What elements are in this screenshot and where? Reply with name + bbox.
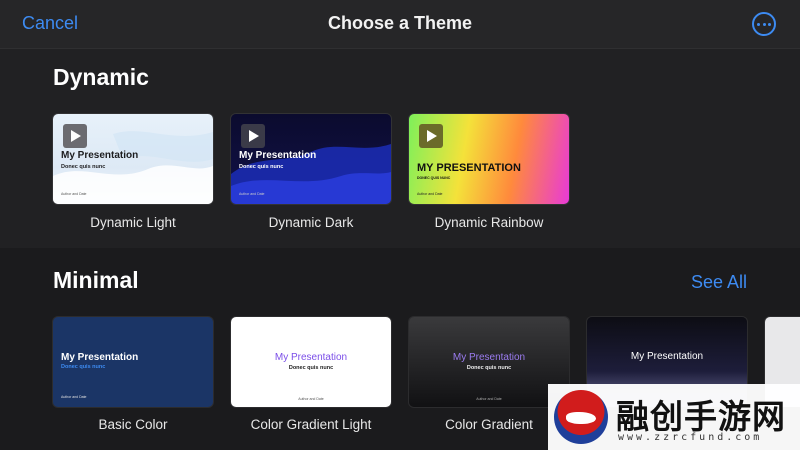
preview-title: MY PRESENTATION	[417, 162, 521, 174]
theme-card-color-gradient-light[interactable]: My Presentation Donec quis nunc Author a…	[231, 317, 391, 407]
play-icon	[419, 124, 443, 148]
theme-card-dynamic-dark[interactable]: My Presentation Donec quis nunc Author a…	[231, 114, 391, 204]
preview-title: My Presentation	[61, 150, 139, 161]
preview-author: Author and Date	[239, 192, 265, 196]
preview-subtitle: Donec quis nunc	[288, 365, 334, 371]
section-title-minimal: Minimal	[53, 267, 139, 293]
theme-label-dynamic-light: Dynamic Light	[90, 215, 176, 230]
theme-label-dynamic-rainbow: Dynamic Rainbow	[434, 215, 544, 230]
watermark-text: 融创手游网	[616, 397, 786, 436]
preview-author: Author and Date	[476, 397, 502, 401]
play-icon	[63, 124, 87, 148]
ellipsis-circle-icon[interactable]	[752, 12, 776, 36]
theme-card-dynamic-rainbow[interactable]: MY PRESENTATION DONEC QUIS NUNC Author a…	[409, 114, 569, 204]
watermark: 融创手游网 www.zzrcfund.com	[548, 384, 800, 450]
preview-subtitle: Donec quis nunc	[61, 364, 106, 370]
theme-card-dynamic-light[interactable]: My Presentation Donec quis nunc Author a…	[53, 114, 213, 204]
preview-author: Author and Date	[417, 192, 443, 196]
preview-subtitle: Donec quis nunc	[61, 164, 106, 170]
preview-title: My Presentation	[274, 352, 348, 363]
theme-label-color-gradient-light: Color Gradient Light	[250, 417, 372, 432]
preview-title: My Presentation	[61, 352, 139, 363]
watermark-logo-icon	[554, 390, 608, 444]
preview-author: Author and Date	[298, 397, 324, 401]
navigation-bar: Cancel Choose a Theme	[0, 0, 800, 49]
preview-author: Author and Date	[61, 192, 87, 196]
see-all-button[interactable]: See All	[691, 272, 747, 293]
section-title-dynamic: Dynamic	[53, 64, 149, 90]
preview-subtitle: DONEC QUIS NUNC	[417, 176, 451, 180]
play-icon	[241, 124, 265, 148]
preview-title: My Presentation	[452, 352, 526, 363]
watermark-url: www.zzrcfund.com	[618, 432, 763, 443]
preview-author: Author and Date	[61, 395, 87, 399]
theme-card-color-gradient[interactable]: My Presentation Donec quis nunc Author a…	[409, 317, 569, 407]
theme-card-basic-color[interactable]: My Presentation Donec quis nunc Author a…	[53, 317, 213, 407]
preview-title: My Presentation	[630, 351, 704, 362]
preview-subtitle: Donec quis nunc	[239, 164, 284, 170]
preview-subtitle: Donec quis nunc	[466, 365, 512, 371]
theme-label-dynamic-dark: Dynamic Dark	[268, 215, 354, 230]
theme-label-basic-color: Basic Color	[98, 417, 168, 432]
page-title: Choose a Theme	[327, 13, 473, 33]
preview-title: My Presentation	[239, 150, 317, 161]
